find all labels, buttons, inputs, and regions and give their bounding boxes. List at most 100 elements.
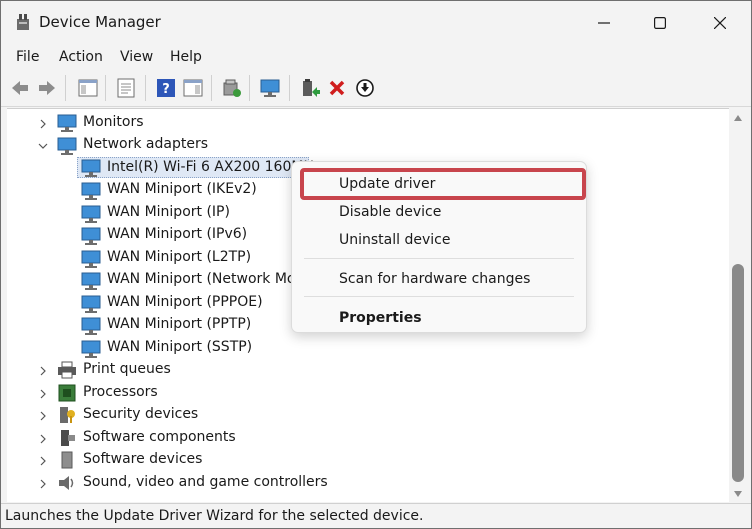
forward-button[interactable] bbox=[36, 77, 58, 99]
monitor-icon bbox=[260, 79, 280, 97]
network-adapter-icon bbox=[81, 205, 101, 223]
software-device-icon bbox=[61, 451, 73, 469]
tree-item-network-adapters[interactable]: Network adapters bbox=[83, 136, 208, 152]
network-adapter-icon bbox=[81, 182, 101, 200]
chevron-right-icon[interactable] bbox=[38, 479, 48, 489]
tree-item-sound-controllers[interactable]: Sound, video and game controllers bbox=[83, 474, 328, 490]
status-bar: Launches the Update Driver Wizard for th… bbox=[1, 503, 751, 528]
chevron-right-icon[interactable] bbox=[38, 366, 48, 376]
action-pane-icon bbox=[183, 79, 203, 97]
menu-disable-device[interactable]: Disable device bbox=[339, 204, 441, 220]
chevron-right-icon[interactable] bbox=[38, 434, 48, 444]
security-device-icon bbox=[60, 407, 75, 423]
scroll-up-arrow-icon[interactable] bbox=[733, 114, 743, 122]
toolbar-separator bbox=[211, 75, 212, 101]
show-hide-console-tree-button[interactable] bbox=[77, 77, 99, 99]
toolbar-separator bbox=[65, 75, 66, 101]
network-adapter-icon bbox=[81, 295, 101, 313]
action-pane-button[interactable] bbox=[182, 77, 204, 99]
menu-view[interactable]: View bbox=[120, 49, 153, 65]
update-driver-icon bbox=[303, 79, 320, 97]
tree-item-software-devices[interactable]: Software devices bbox=[83, 451, 202, 467]
update-driver-button[interactable] bbox=[299, 77, 321, 99]
close-button[interactable] bbox=[697, 1, 743, 45]
network-adapter-icon bbox=[81, 250, 101, 268]
context-menu: Update driver Disable device Uninstall d… bbox=[291, 161, 587, 333]
show-hide-console-tree-icon bbox=[78, 79, 98, 97]
menu-bar: File Action View Help bbox=[1, 45, 751, 71]
toolbar-separator bbox=[105, 75, 106, 101]
chevron-right-icon[interactable] bbox=[38, 119, 48, 129]
toolbar-separator bbox=[249, 75, 250, 101]
menu-action[interactable]: Action bbox=[59, 49, 103, 65]
network-adapter-icon bbox=[81, 159, 101, 177]
network-adapter-icon bbox=[81, 317, 101, 335]
chevron-right-icon[interactable] bbox=[38, 389, 48, 399]
uninstall-device-button[interactable] bbox=[326, 77, 348, 99]
processor-icon bbox=[58, 384, 76, 402]
network-adapter-icon bbox=[81, 340, 101, 358]
scrollbar-thumb[interactable] bbox=[732, 264, 744, 482]
toolbar-separator bbox=[145, 75, 146, 101]
scan-hardware-button[interactable] bbox=[221, 77, 243, 99]
menu-scan-hardware[interactable]: Scan for hardware changes bbox=[339, 271, 530, 287]
tree-item-adapter[interactable]: WAN Miniport (IPv6) bbox=[107, 226, 247, 242]
chevron-right-icon[interactable] bbox=[38, 411, 48, 421]
disable-device-icon bbox=[356, 79, 374, 97]
forward-arrow-icon bbox=[39, 81, 55, 95]
speaker-icon bbox=[59, 476, 74, 490]
toolbar: ? bbox=[1, 71, 751, 107]
network-adapter-icon bbox=[81, 272, 101, 290]
chevron-down-icon[interactable] bbox=[38, 141, 48, 151]
back-button[interactable] bbox=[9, 77, 31, 99]
tree-item-adapter[interactable]: WAN Miniport (L2TP) bbox=[107, 249, 251, 265]
tree-item-adapter[interactable]: Intel(R) Wi-Fi 6 AX200 160MHz bbox=[107, 159, 321, 175]
printer-icon bbox=[58, 361, 76, 379]
menu-separator bbox=[304, 296, 574, 297]
title-bar[interactable]: Device Manager bbox=[1, 1, 751, 45]
monitor-button[interactable] bbox=[259, 77, 281, 99]
status-text: Launches the Update Driver Wizard for th… bbox=[5, 508, 424, 524]
tree-item-print-queues[interactable]: Print queues bbox=[83, 361, 171, 377]
menu-separator bbox=[304, 258, 574, 259]
toolbar-separator bbox=[289, 75, 290, 101]
menu-uninstall-device[interactable]: Uninstall device bbox=[339, 232, 450, 248]
monitor-icon bbox=[57, 114, 77, 132]
chevron-right-icon[interactable] bbox=[38, 456, 48, 466]
tree-item-software-components[interactable]: Software components bbox=[83, 429, 236, 445]
scan-hardware-icon bbox=[223, 79, 241, 97]
tree-item-adapter[interactable]: WAN Miniport (PPPOE) bbox=[107, 294, 263, 310]
device-manager-app-icon bbox=[17, 14, 29, 30]
maximize-button[interactable] bbox=[637, 1, 683, 45]
minimize-button[interactable] bbox=[581, 1, 627, 45]
menu-file[interactable]: File bbox=[16, 49, 39, 65]
minimize-icon bbox=[598, 22, 610, 24]
menu-update-driver[interactable]: Update driver bbox=[339, 176, 435, 192]
properties-icon bbox=[117, 78, 135, 98]
tree-item-adapter[interactable]: WAN Miniport (IKEv2) bbox=[107, 181, 257, 197]
network-adapter-icon bbox=[57, 137, 77, 155]
software-component-icon bbox=[61, 430, 75, 446]
vertical-scrollbar[interactable] bbox=[729, 108, 751, 502]
tree-item-adapter[interactable]: WAN Miniport (IP) bbox=[107, 204, 230, 220]
menu-properties[interactable]: Properties bbox=[339, 310, 422, 326]
uninstall-device-icon bbox=[329, 80, 345, 96]
disable-device-button[interactable] bbox=[354, 77, 376, 99]
tree-item-security-devices[interactable]: Security devices bbox=[83, 406, 198, 422]
properties-button[interactable] bbox=[115, 77, 137, 99]
back-arrow-icon bbox=[12, 81, 28, 95]
scroll-down-arrow-icon[interactable] bbox=[733, 490, 743, 498]
svg-text:?: ? bbox=[162, 82, 170, 97]
help-icon: ? bbox=[157, 79, 175, 97]
tree-item-adapter[interactable]: WAN Miniport (SSTP) bbox=[107, 339, 252, 355]
tree-item-monitors[interactable]: Monitors bbox=[83, 114, 144, 130]
window-title: Device Manager bbox=[39, 13, 161, 31]
tree-item-processors[interactable]: Processors bbox=[83, 384, 158, 400]
network-adapter-icon bbox=[81, 227, 101, 245]
tree-item-adapter[interactable]: WAN Miniport (Network Mo bbox=[107, 271, 295, 287]
tree-item-adapter[interactable]: WAN Miniport (PPTP) bbox=[107, 316, 251, 332]
device-manager-window: Device Manager File Action View Help ? M… bbox=[0, 0, 752, 529]
close-icon bbox=[714, 17, 726, 29]
menu-help[interactable]: Help bbox=[170, 49, 202, 65]
help-button[interactable]: ? bbox=[155, 77, 177, 99]
